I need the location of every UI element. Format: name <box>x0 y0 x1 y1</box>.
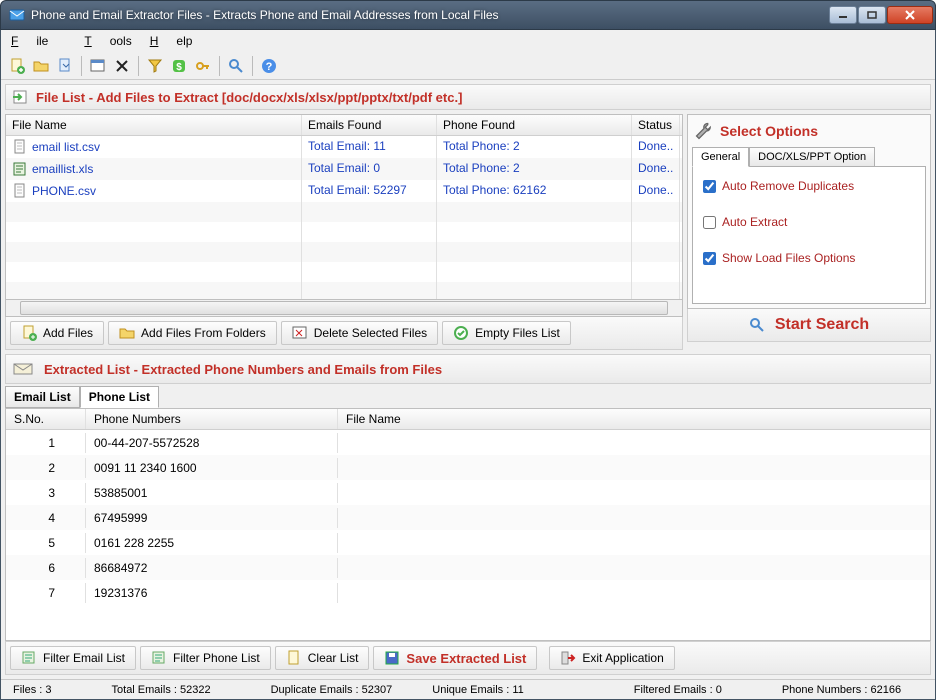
checkbox-auto-remove[interactable]: Auto Remove Duplicates <box>703 179 915 193</box>
svg-text:?: ? <box>266 61 273 73</box>
status-unique-emails: Unique Emails : 11 <box>424 683 532 697</box>
add-file-icon[interactable] <box>7 56 27 76</box>
extracted-list-header: Extracted List - Extracted Phone Numbers… <box>5 354 931 384</box>
status-filtered-emails: Filtered Emails : 0 <box>626 683 730 697</box>
toolbar: $ ? <box>1 52 935 80</box>
skype-icon[interactable]: $ <box>169 56 189 76</box>
menu-tools[interactable]: Tools <box>84 34 131 48</box>
options-panel: Select Options General DOC/XLS/PPT Optio… <box>687 114 931 309</box>
empty-files-button[interactable]: Empty Files List <box>442 321 571 345</box>
extracted-row[interactable]: 100-44-207-5572528 <box>6 430 930 455</box>
menubar: File Tools Help <box>1 30 935 52</box>
extracted-list-title: Extracted List - Extracted Phone Numbers… <box>44 362 442 377</box>
wrench-icon <box>694 121 714 141</box>
status-files: Files : 3 <box>5 683 60 697</box>
tab-email-list[interactable]: Email List <box>5 386 80 408</box>
app-icon <box>9 7 25 23</box>
options-title: Select Options <box>720 123 818 139</box>
add-files-button[interactable]: Add Files <box>10 321 104 345</box>
menu-help[interactable]: Help <box>150 34 193 48</box>
help-icon[interactable]: ? <box>259 56 279 76</box>
col-phone-numbers[interactable]: Phone Numbers <box>86 409 338 429</box>
import-icon <box>12 89 28 105</box>
refresh-icon[interactable] <box>55 56 75 76</box>
col-phone[interactable]: Phone Found <box>437 115 632 135</box>
extracted-row[interactable]: 467495999 <box>6 505 930 530</box>
menu-file[interactable]: File <box>11 34 66 48</box>
col-file-name[interactable]: File Name <box>338 409 930 429</box>
key-icon[interactable] <box>193 56 213 76</box>
col-filename[interactable]: File Name <box>6 115 302 135</box>
titlebar: Phone and Email Extractor Files - Extrac… <box>0 0 936 30</box>
tab-doc-option[interactable]: DOC/XLS/PPT Option <box>749 147 875 167</box>
tab-general[interactable]: General <box>692 147 749 167</box>
minimize-button[interactable] <box>829 6 857 24</box>
col-emails[interactable]: Emails Found <box>302 115 437 135</box>
status-total-emails: Total Emails : 52322 <box>104 683 219 697</box>
mail-icon <box>12 359 36 379</box>
start-search-button[interactable]: Start Search <box>692 313 926 337</box>
window-icon[interactable] <box>88 56 108 76</box>
file-list-title: File List - Add Files to Extract [doc/do… <box>36 90 462 105</box>
add-folder-icon[interactable] <box>31 56 51 76</box>
add-folder-button[interactable]: Add Files From Folders <box>108 321 277 345</box>
extracted-row[interactable]: 686684972 <box>6 555 930 580</box>
exit-button[interactable]: Exit Application <box>549 646 674 670</box>
file-list-panel-header: File List - Add Files to Extract [doc/do… <box>5 84 931 110</box>
file-list-grid: File Name Emails Found Phone Found Statu… <box>5 114 683 300</box>
col-status[interactable]: Status <box>632 115 680 135</box>
horizontal-scrollbar[interactable] <box>5 300 683 317</box>
clear-list-button[interactable]: Clear List <box>275 646 370 670</box>
filter-icon[interactable] <box>145 56 165 76</box>
file-row[interactable]: email list.csvTotal Email: 11Total Phone… <box>6 136 682 158</box>
extracted-row[interactable]: 50161 228 2255 <box>6 530 930 555</box>
statusbar: Files : 3 Total Emails : 52322 Duplicate… <box>1 679 935 699</box>
search-icon <box>749 317 765 333</box>
delete-files-button[interactable]: Delete Selected Files <box>281 321 438 345</box>
search-icon[interactable] <box>226 56 246 76</box>
save-list-button[interactable]: Save Extracted List <box>373 646 537 670</box>
svg-text:$: $ <box>176 62 182 73</box>
close-button[interactable] <box>887 6 933 24</box>
window-title: Phone and Email Extractor Files - Extrac… <box>31 8 829 22</box>
extracted-row[interactable]: 719231376 <box>6 580 930 605</box>
extracted-grid: S.No. Phone Numbers File Name 100-44-207… <box>5 408 931 641</box>
file-buttons-row: Add Files Add Files From Folders Delete … <box>5 317 683 350</box>
bottom-buttons: Filter Email List Filter Phone List Clea… <box>5 641 931 675</box>
filter-phone-button[interactable]: Filter Phone List <box>140 646 271 670</box>
status-phone-numbers: Phone Numbers : 62166 <box>774 683 909 697</box>
maximize-button[interactable] <box>858 6 886 24</box>
extracted-row[interactable]: 353885001 <box>6 480 930 505</box>
delete-icon[interactable] <box>112 56 132 76</box>
checkbox-show-load[interactable]: Show Load Files Options <box>703 251 915 265</box>
file-row[interactable]: PHONE.csvTotal Email: 52297Total Phone: … <box>6 180 682 202</box>
extracted-row[interactable]: 20091 11 2340 1600 <box>6 455 930 480</box>
filter-email-button[interactable]: Filter Email List <box>10 646 136 670</box>
checkbox-auto-extract[interactable]: Auto Extract <box>703 215 915 229</box>
tab-phone-list[interactable]: Phone List <box>80 386 159 408</box>
file-row[interactable]: emaillist.xlsTotal Email: 0Total Phone: … <box>6 158 682 180</box>
col-sno[interactable]: S.No. <box>6 409 86 429</box>
status-dup-emails: Duplicate Emails : 52307 <box>263 683 401 697</box>
